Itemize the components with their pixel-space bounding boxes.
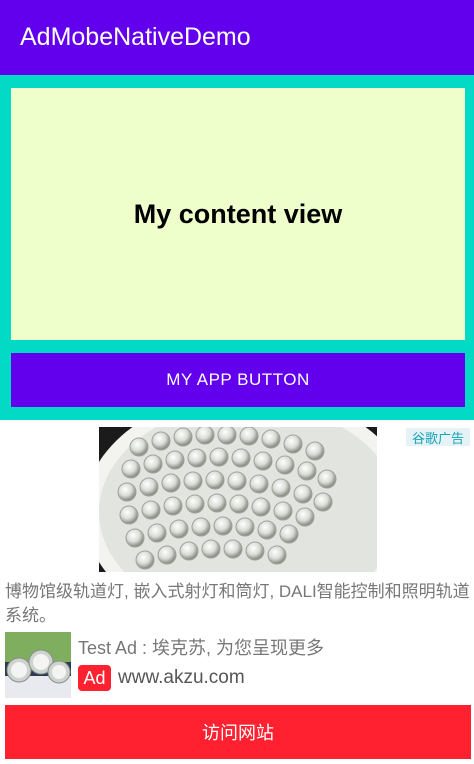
app-bar: AdMobeNativeDemo <box>0 0 474 75</box>
led-light-image <box>99 427 377 572</box>
ad-badge: Ad <box>78 665 111 691</box>
ad-headline[interactable]: Test Ad : 埃克苏, 为您呈现更多 <box>78 634 324 660</box>
ad-body-text: 博物馆级轨道灯, 嵌入式射灯和筒灯, DALI智能控制和照明轨道系统。 <box>5 582 470 625</box>
app-title: AdMobeNativeDemo <box>20 23 251 51</box>
visit-website-button[interactable]: 访问网站 <box>5 705 471 759</box>
app-content-area: My content view MY APP BUTTON <box>0 75 474 420</box>
ad-icon-thumbnail[interactable] <box>5 632 71 698</box>
content-view: My content view <box>11 88 465 340</box>
content-view-label: My content view <box>133 198 343 229</box>
ad-media-image[interactable] <box>99 427 377 572</box>
ad-attribution-tag: 谷歌广告 <box>406 428 470 446</box>
ad-advertiser-url[interactable]: www.akzu.com <box>118 667 245 689</box>
my-app-button[interactable]: MY APP BUTTON <box>11 353 465 407</box>
led-bulbs-icon <box>5 632 71 698</box>
